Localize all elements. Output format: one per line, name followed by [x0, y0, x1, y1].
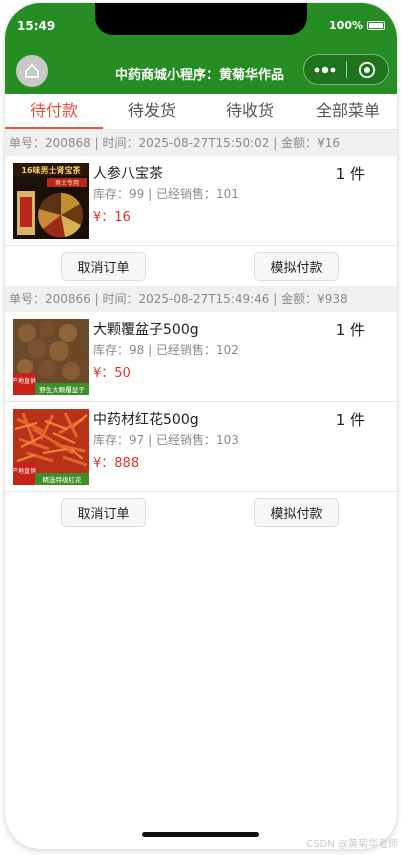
cancel-order-button[interactable]: 取消订单 [61, 252, 146, 281]
tab-all-orders[interactable]: 全部菜单 [299, 94, 397, 128]
simulate-payment-button[interactable]: 模拟付款 [254, 252, 339, 281]
order-card: 单号：200868 | 时间：2025-08-27T15:50:02 | 金额：… [5, 130, 397, 286]
thumb-sub: 野生大颗覆盆子 [39, 385, 85, 394]
product-quantity: 1 件 [335, 165, 365, 183]
order-header: 单号：200868 | 时间：2025-08-27T15:50:02 | 金额：… [5, 130, 397, 156]
tab-pending-shipment[interactable]: 待发货 [103, 94, 201, 128]
mini-program-capsule [303, 54, 389, 85]
battery-percent: 100% [329, 19, 363, 32]
battery-icon [367, 21, 385, 30]
camera-notch [95, 3, 307, 35]
product-name: 中药材红花500g [93, 412, 199, 428]
cancel-order-button[interactable]: 取消订单 [61, 498, 146, 527]
home-button[interactable] [16, 55, 48, 87]
product-stock: 库存：99 | 已经销售：101 [93, 187, 239, 201]
home-indicator[interactable] [142, 832, 259, 837]
order-card: 单号：200866 | 时间：2025-08-27T15:49:46 | 金额：… [5, 286, 397, 532]
tab-pending-payment[interactable]: 待付款 [5, 94, 103, 128]
order-item[interactable]: 产地直供 野生大颗覆盆子 大颗覆盆子500g 库存：98 | 已经销售：102 … [5, 312, 397, 402]
close-button[interactable] [347, 55, 388, 84]
watermark: CSDN @黄菊华老师 [306, 839, 398, 850]
order-actions: 取消订单 模拟付款 [5, 246, 397, 286]
tab-pending-receipt[interactable]: 待收货 [201, 94, 299, 128]
product-image: 产地直供 精选特级红花 [13, 409, 89, 485]
phone-frame: 15:49 100% 中药商城小程序：黄菊华作品 待付款 待发货 待收货 全部菜… [5, 3, 397, 849]
thumb-tag: 产地直供 [13, 467, 36, 475]
simulate-payment-button[interactable]: 模拟付款 [254, 498, 339, 527]
order-item[interactable]: 产地直供 精选特级红花 中药材红花500g 库存：97 | 已经销售：103 ¥… [5, 402, 397, 492]
product-name: 人参八宝茶 [93, 166, 163, 182]
product-price: ¥：50 [93, 366, 131, 381]
close-target-icon [359, 61, 376, 78]
product-name: 大颗覆盆子500g [93, 322, 199, 338]
status-time: 15:49 [17, 19, 56, 33]
product-price: ¥：888 [93, 456, 140, 471]
home-icon [25, 63, 39, 78]
order-item[interactable]: 16味男士肾宝茶 男士专用 人参八宝茶 库存：99 | 已经销售：101 ¥：1… [5, 156, 397, 246]
product-price: ¥：16 [93, 210, 131, 225]
product-stock: 库存：98 | 已经销售：102 [93, 343, 239, 357]
order-tabs: 待付款 待发货 待收货 全部菜单 [5, 94, 397, 130]
page-title: 中药商城小程序：黄菊华作品 [115, 68, 285, 83]
status-right: 100% [329, 19, 385, 32]
product-quantity: 1 件 [335, 411, 365, 429]
top-bar: 15:49 100% 中药商城小程序：黄菊华作品 [5, 3, 397, 94]
thumb-tag: 产地直供 [13, 377, 36, 385]
order-list: 单号：200868 | 时间：2025-08-27T15:50:02 | 金额：… [5, 130, 397, 532]
more-dots-icon [314, 66, 336, 73]
product-image: 16味男士肾宝茶 男士专用 [13, 163, 89, 239]
product-stock: 库存：97 | 已经销售：103 [93, 433, 239, 447]
order-header: 单号：200866 | 时间：2025-08-27T15:49:46 | 金额：… [5, 286, 397, 312]
active-tab-indicator [5, 127, 103, 129]
product-quantity: 1 件 [335, 321, 365, 339]
product-image: 产地直供 野生大颗覆盆子 [13, 319, 89, 395]
thumb-sub: 男士专用 [55, 179, 79, 187]
thumb-sub: 精选特级红花 [43, 475, 83, 484]
order-actions: 取消订单 模拟付款 [5, 492, 397, 532]
more-button[interactable] [304, 55, 346, 84]
thumb-title: 16味男士肾宝茶 [21, 165, 81, 175]
